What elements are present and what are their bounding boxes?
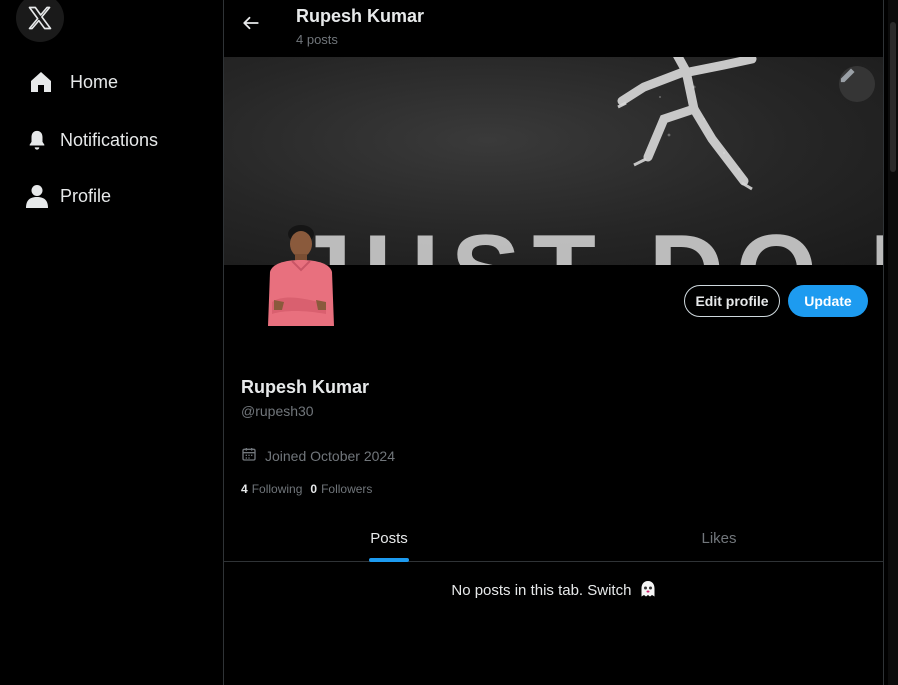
profile-main: Rupesh Kumar 4 posts Edit profile Update… — [223, 0, 884, 685]
avatar[interactable] — [264, 222, 336, 332]
followers-count: 0 — [310, 482, 318, 496]
banner-text: JUST DO IT — [294, 214, 883, 265]
followers-label: Followers — [321, 482, 373, 496]
profile-header: Rupesh Kumar 4 posts — [224, 0, 883, 56]
arrow-left-icon — [242, 14, 260, 37]
profile-tabs: Posts Likes — [224, 514, 883, 562]
tab-likes[interactable]: Likes — [554, 514, 884, 562]
x-logo-icon[interactable] — [16, 0, 64, 42]
sidebar: Home Notifications Profile — [0, 0, 223, 685]
back-button[interactable] — [236, 10, 266, 40]
sidebar-item-profile[interactable]: Profile — [24, 176, 111, 216]
empty-state: No posts in this tab. Switch — [224, 580, 883, 602]
empty-message: No posts in this tab. Switch — [451, 581, 632, 599]
follow-stats: 4 Following 0 Followers — [241, 482, 372, 496]
tab-posts[interactable]: Posts — [224, 514, 554, 562]
sidebar-item-label: Home — [70, 71, 119, 92]
following-count: 4 — [241, 482, 248, 496]
scrollbar-thumb[interactable] — [890, 22, 896, 172]
active-tab-indicator — [369, 558, 409, 562]
sidebar-item-label: Profile — [60, 185, 112, 206]
following-label: Following — [251, 482, 303, 496]
bell-icon — [24, 127, 50, 153]
app-root: Home Notifications Profile Rupesh Kumar … — [0, 0, 898, 685]
edit-banner-button[interactable] — [839, 66, 875, 102]
profile-name: Rupesh Kumar — [241, 377, 370, 397]
profile-handle: @rupesh30 — [241, 403, 314, 419]
update-button[interactable]: Update — [788, 285, 868, 317]
joined-date: Joined October 2024 — [241, 446, 395, 465]
calendar-icon — [241, 446, 257, 465]
edit-profile-button[interactable]: Edit profile — [684, 285, 780, 317]
ghost-icon — [640, 580, 656, 602]
page-scrollbar[interactable] — [888, 0, 898, 685]
followers-link[interactable]: 0 Followers — [310, 482, 372, 496]
sidebar-item-label: Notifications — [60, 129, 159, 150]
following-link[interactable]: 4 Following — [241, 482, 302, 496]
home-icon — [28, 69, 54, 95]
header-title: Rupesh Kumar — [296, 6, 425, 26]
sidebar-item-home[interactable]: Home — [28, 62, 118, 102]
sidebar-item-notifications[interactable]: Notifications — [24, 120, 158, 160]
user-icon — [24, 183, 50, 209]
joined-label: Joined October 2024 — [265, 447, 395, 464]
header-post-count: 4 posts — [296, 32, 338, 47]
